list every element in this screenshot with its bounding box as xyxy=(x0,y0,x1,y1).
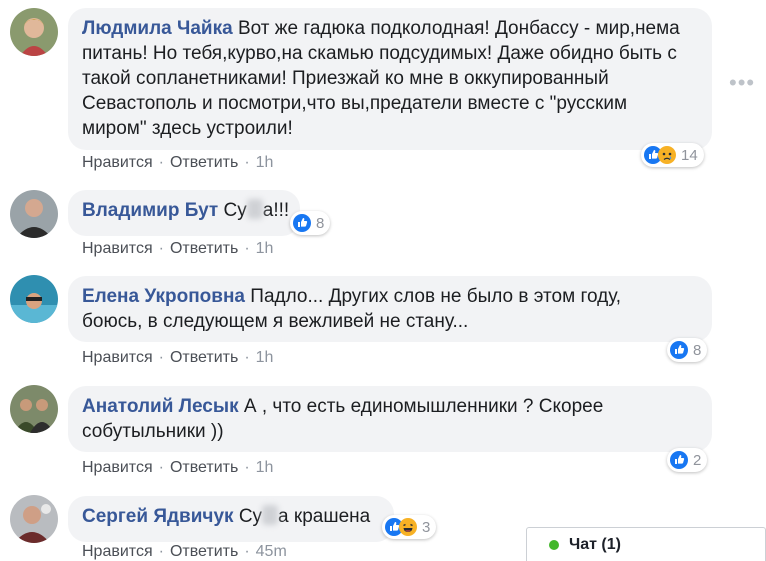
comment-text-line: боюсь, в следующем я вежливей не стану..… xyxy=(82,311,469,332)
comment-actions: Нравится · Ответить · 1h xyxy=(82,459,273,477)
sad-icon xyxy=(658,146,676,164)
comment-text: Су а!!! xyxy=(223,199,290,221)
comment-author[interactable]: Елена Укроповна xyxy=(82,286,245,307)
timestamp[interactable]: 1h xyxy=(256,459,274,476)
reaction-summary[interactable]: 3 xyxy=(382,515,437,539)
comment-bubble: Сергей Ядвичук Су а крашена xyxy=(68,496,394,542)
comment-author[interactable]: Владимир Бут xyxy=(82,200,218,221)
like-link[interactable]: Нравится xyxy=(82,543,153,560)
separator: · xyxy=(244,240,250,257)
more-options-icon[interactable]: ••• xyxy=(729,70,755,96)
separator: · xyxy=(158,240,164,257)
comment-author[interactable]: Сергей Ядвичук xyxy=(82,506,234,527)
avatar[interactable] xyxy=(10,495,58,543)
haha-icon xyxy=(399,518,417,536)
comment-text-line: А , что есть единомышленники ? Скорее xyxy=(243,396,604,417)
comment-text-line: такой сопланетниками! Приезжай ко мне в … xyxy=(82,68,609,89)
comment-actions: Нравится · Ответить · 1h xyxy=(82,240,273,258)
avatar[interactable] xyxy=(10,190,58,238)
like-link[interactable]: Нравится xyxy=(82,154,153,171)
online-status-icon xyxy=(549,540,559,550)
reaction-summary[interactable]: 2 xyxy=(667,448,708,472)
comment-bubble: Владимир Бут Су а!!! xyxy=(68,190,300,236)
separator: · xyxy=(244,543,250,560)
reaction-summary[interactable]: 14 xyxy=(641,143,704,167)
reaction-count: 8 xyxy=(693,341,702,359)
timestamp[interactable]: 1h xyxy=(256,240,274,257)
reaction-count: 8 xyxy=(316,214,325,232)
comment-text-line: Падло... Других слов не было в этом году… xyxy=(250,286,622,307)
timestamp[interactable]: 1h xyxy=(256,349,274,366)
comment-author[interactable]: Людмила Чайка xyxy=(82,18,233,39)
reaction-count: 3 xyxy=(422,518,431,536)
comment-text-line: Вот же гадюка подколодная! Донбассу - ми… xyxy=(237,18,680,39)
separator: · xyxy=(244,459,250,476)
reply-link[interactable]: Ответить xyxy=(170,349,238,366)
avatar[interactable] xyxy=(10,385,58,433)
like-link[interactable]: Нравится xyxy=(82,459,153,476)
chat-label: Чат (1) xyxy=(569,536,621,553)
reply-link[interactable]: Ответить xyxy=(170,543,238,560)
separator: · xyxy=(158,349,164,366)
comment-text-line: питань! Но тебя,курво,на скамью подсудим… xyxy=(82,43,677,64)
separator: · xyxy=(158,154,164,171)
like-icon xyxy=(670,341,688,359)
censor-blur xyxy=(246,199,263,219)
comment-actions: Нравится · Ответить · 1h xyxy=(82,154,273,172)
reply-link[interactable]: Ответить xyxy=(170,154,238,171)
reaction-count: 2 xyxy=(693,451,702,469)
avatar[interactable] xyxy=(10,275,58,323)
comment-text-line: собутыльники )) xyxy=(82,421,224,442)
reaction-summary[interactable]: 8 xyxy=(667,338,708,362)
separator: · xyxy=(158,543,164,560)
separator: · xyxy=(244,349,250,366)
reaction-count: 14 xyxy=(681,146,698,164)
comment-bubble: Людмила Чайка Вот же гадюка подколодная!… xyxy=(68,8,712,150)
separator: · xyxy=(244,154,250,171)
comment-actions: Нравится · Ответить · 1h xyxy=(82,349,273,367)
chat-tab[interactable]: Чат (1) xyxy=(526,527,766,561)
comment-actions: Нравится · Ответить · 45m xyxy=(82,543,287,561)
separator: · xyxy=(158,459,164,476)
comment-bubble: Анатолий Лесык А , что есть единомышленн… xyxy=(68,386,712,452)
like-icon xyxy=(670,451,688,469)
avatar[interactable] xyxy=(10,8,58,56)
like-icon xyxy=(293,214,311,232)
censor-blur xyxy=(262,505,279,525)
timestamp[interactable]: 45m xyxy=(256,543,287,560)
reaction-summary[interactable]: 8 xyxy=(290,211,331,235)
reply-link[interactable]: Ответить xyxy=(170,240,238,257)
timestamp[interactable]: 1h xyxy=(256,154,274,171)
like-link[interactable]: Нравится xyxy=(82,240,153,257)
comment-text-line: миром" здесь устроили! xyxy=(82,118,293,139)
comment-text: Су а крашена xyxy=(238,505,371,527)
like-link[interactable]: Нравится xyxy=(82,349,153,366)
comment-bubble: Елена Укроповна Падло... Других слов не … xyxy=(68,276,712,342)
comment-text-line: Севастополь и посмотри,что вы,предатели … xyxy=(82,93,628,114)
comment-author[interactable]: Анатолий Лесык xyxy=(82,396,239,417)
reply-link[interactable]: Ответить xyxy=(170,459,238,476)
